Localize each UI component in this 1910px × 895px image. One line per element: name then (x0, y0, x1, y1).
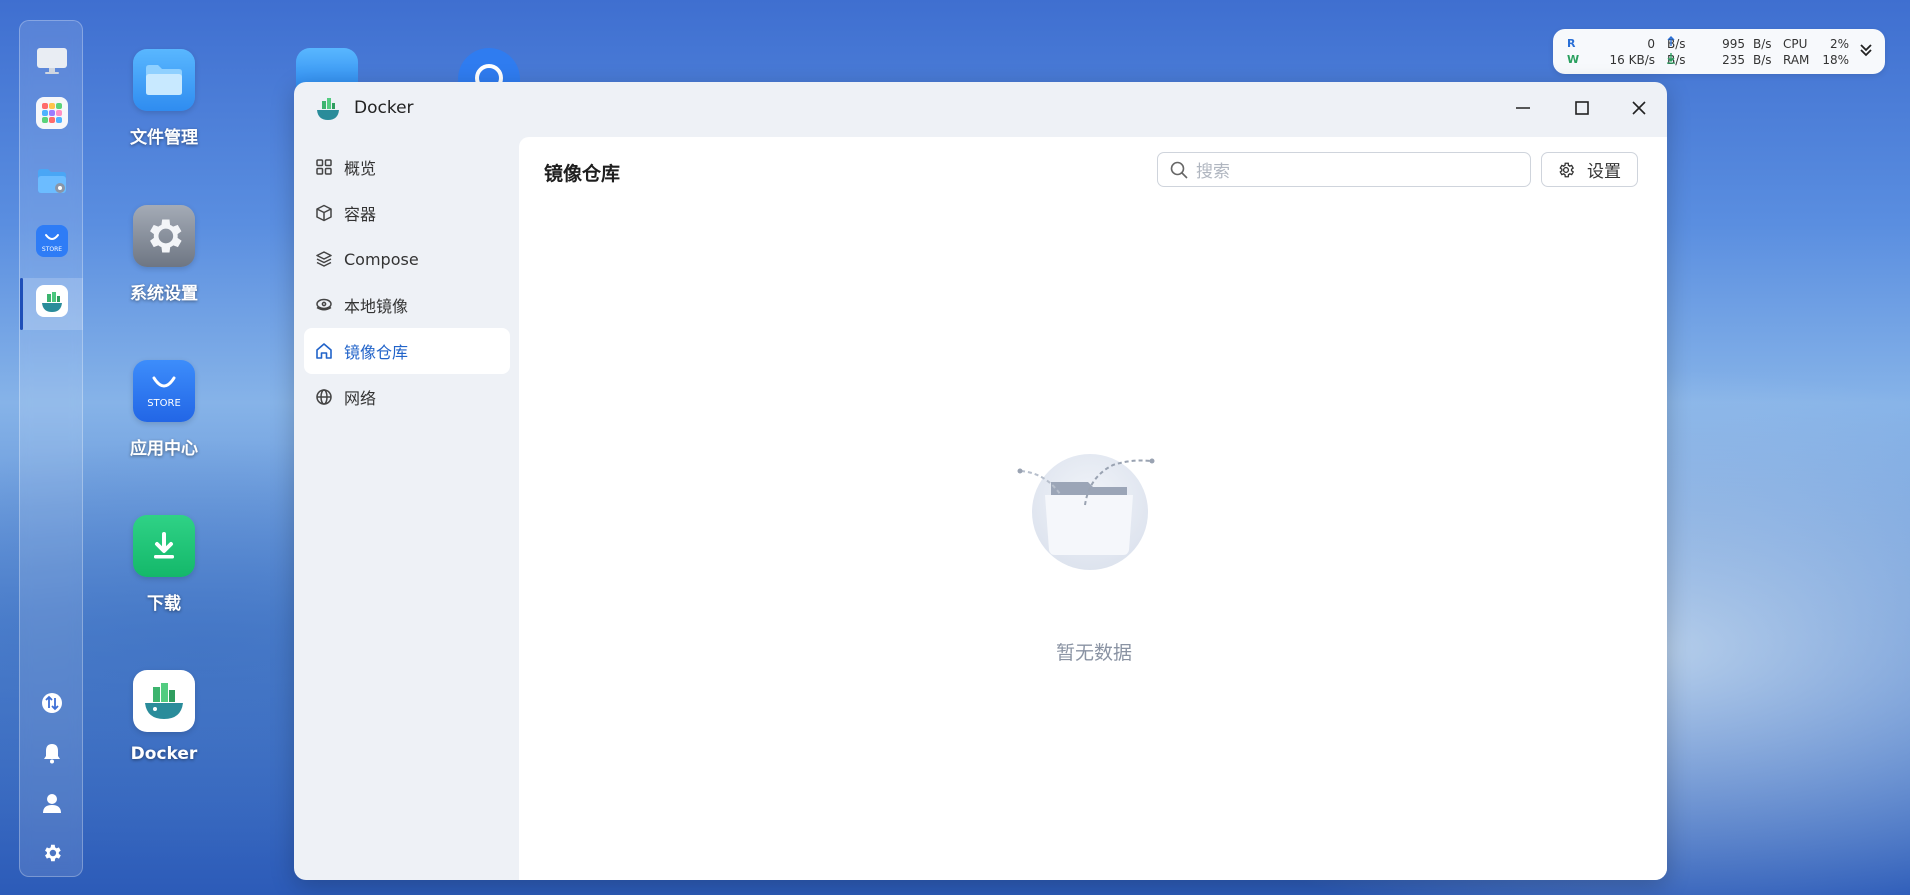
sidebar-item-containers[interactable]: 容器 (304, 190, 510, 236)
grid-icon (314, 157, 334, 177)
search-placeholder: 搜索 (1196, 162, 1230, 182)
search-icon (1170, 161, 1188, 179)
dock-active-indicator (20, 278, 23, 330)
main-content: 镜像仓库 搜索 设置 (519, 137, 1667, 880)
maximize-icon (1575, 101, 1589, 115)
settings-button-label: 设置 (1587, 162, 1621, 182)
desktop-icon-system-settings[interactable]: 系统设置 (104, 205, 224, 304)
empty-folder-illustration (1017, 454, 1155, 570)
gear-icon[interactable] (36, 837, 68, 869)
settings-gear-icon (133, 205, 195, 267)
write-label: W (1567, 53, 1580, 66)
disk-icon (314, 295, 334, 315)
expand-chevron-icon[interactable] (1859, 42, 1873, 58)
dock: STORE (19, 20, 83, 877)
sidebar-item-local-images[interactable]: 本地镜像 (304, 282, 510, 328)
dock-monitor-icon[interactable] (36, 45, 68, 77)
gear-icon (1559, 162, 1575, 177)
user-icon[interactable] (36, 787, 68, 819)
transfer-icon[interactable] (36, 687, 68, 719)
download-arrow-icon (1667, 53, 1675, 64)
store-bag-icon: STORE (133, 360, 195, 422)
docker-whale-icon (133, 670, 195, 732)
search-input[interactable]: 搜索 (1157, 152, 1531, 187)
desktop-icon-label: Docker (130, 744, 198, 764)
desktop-icon-label: 系统设置 (130, 284, 198, 304)
sidebar-item-label: 概览 (344, 159, 377, 178)
read-label: R (1567, 37, 1576, 50)
sidebar-nav: 概览 容器 Compose 本地镜像 镜像仓库 网络 (304, 144, 510, 420)
ram-label: RAM (1783, 53, 1810, 67)
house-icon (314, 341, 334, 361)
docker-logo-icon (317, 98, 339, 120)
page-title: 镜像仓库 (544, 163, 621, 185)
cube-icon (314, 203, 334, 223)
desktop-icon-label: 文件管理 (130, 128, 198, 148)
dock-apps-grid-icon[interactable] (36, 97, 68, 129)
sidebar-item-label: 网络 (344, 389, 377, 408)
sidebar-item-image-registry[interactable]: 镜像仓库 (304, 328, 510, 374)
window-title: Docker (354, 98, 414, 118)
desktop-icon-download[interactable]: 下载 (104, 515, 224, 614)
upload-unit: B/s (1753, 37, 1772, 51)
close-icon (1632, 101, 1646, 115)
folder-icon (133, 49, 195, 111)
desktop-icon-label: 下载 (147, 594, 181, 614)
read-value: 0 (1647, 37, 1655, 51)
store-badge: STORE (147, 397, 181, 409)
upload-arrow-icon (1667, 36, 1675, 46)
docker-window: Docker 概览 容器 Compose 本地镜像 镜像仓库 网络 镜像仓库 搜… (294, 82, 1667, 880)
write-value: 16 KB/s (1609, 53, 1655, 67)
bell-icon[interactable] (36, 737, 68, 769)
dock-file-settings-icon[interactable] (36, 165, 68, 197)
desktop-icon-label: 应用中心 (130, 439, 198, 459)
sidebar-item-label: 本地镜像 (344, 297, 409, 316)
dock-docker-icon[interactable] (36, 285, 68, 317)
upload-value: 995 (1722, 37, 1745, 51)
sidebar-item-overview[interactable]: 概览 (304, 144, 510, 190)
desktop-icon-docker[interactable]: Docker (104, 670, 224, 764)
cpu-label: CPU (1783, 37, 1808, 51)
download-icon (133, 515, 195, 577)
cpu-value: 2% (1829, 37, 1849, 51)
minimize-button[interactable] (1509, 94, 1537, 122)
empty-state-text: 暂无数据 (1055, 642, 1132, 664)
download-unit: B/s (1753, 53, 1772, 67)
ram-value: 18% (1822, 53, 1849, 67)
settings-button[interactable]: 设置 (1541, 152, 1638, 187)
close-button[interactable] (1625, 94, 1653, 122)
sidebar-item-label: 容器 (344, 205, 377, 224)
sidebar-item-compose[interactable]: Compose (304, 236, 510, 282)
desktop-icon-app-center[interactable]: STORE 应用中心 (104, 360, 224, 459)
globe-icon (314, 387, 334, 407)
desktop-icon-file-manager[interactable]: 文件管理 (104, 49, 224, 148)
maximize-button[interactable] (1568, 94, 1596, 122)
download-value: 235 (1722, 53, 1745, 67)
minimize-icon (1516, 107, 1530, 109)
layers-icon (314, 249, 334, 269)
system-status-widget: R W 0 B/s 16 KB/s B/s 995 B/s 235 B/s CP… (1553, 29, 1885, 74)
dock-store-icon[interactable]: STORE (36, 225, 68, 257)
dock-store-label: STORE (42, 246, 62, 253)
sidebar-item-label: 镜像仓库 (344, 343, 409, 362)
sidebar-item-network[interactable]: 网络 (304, 374, 510, 420)
sidebar-item-label: Compose (344, 249, 419, 269)
